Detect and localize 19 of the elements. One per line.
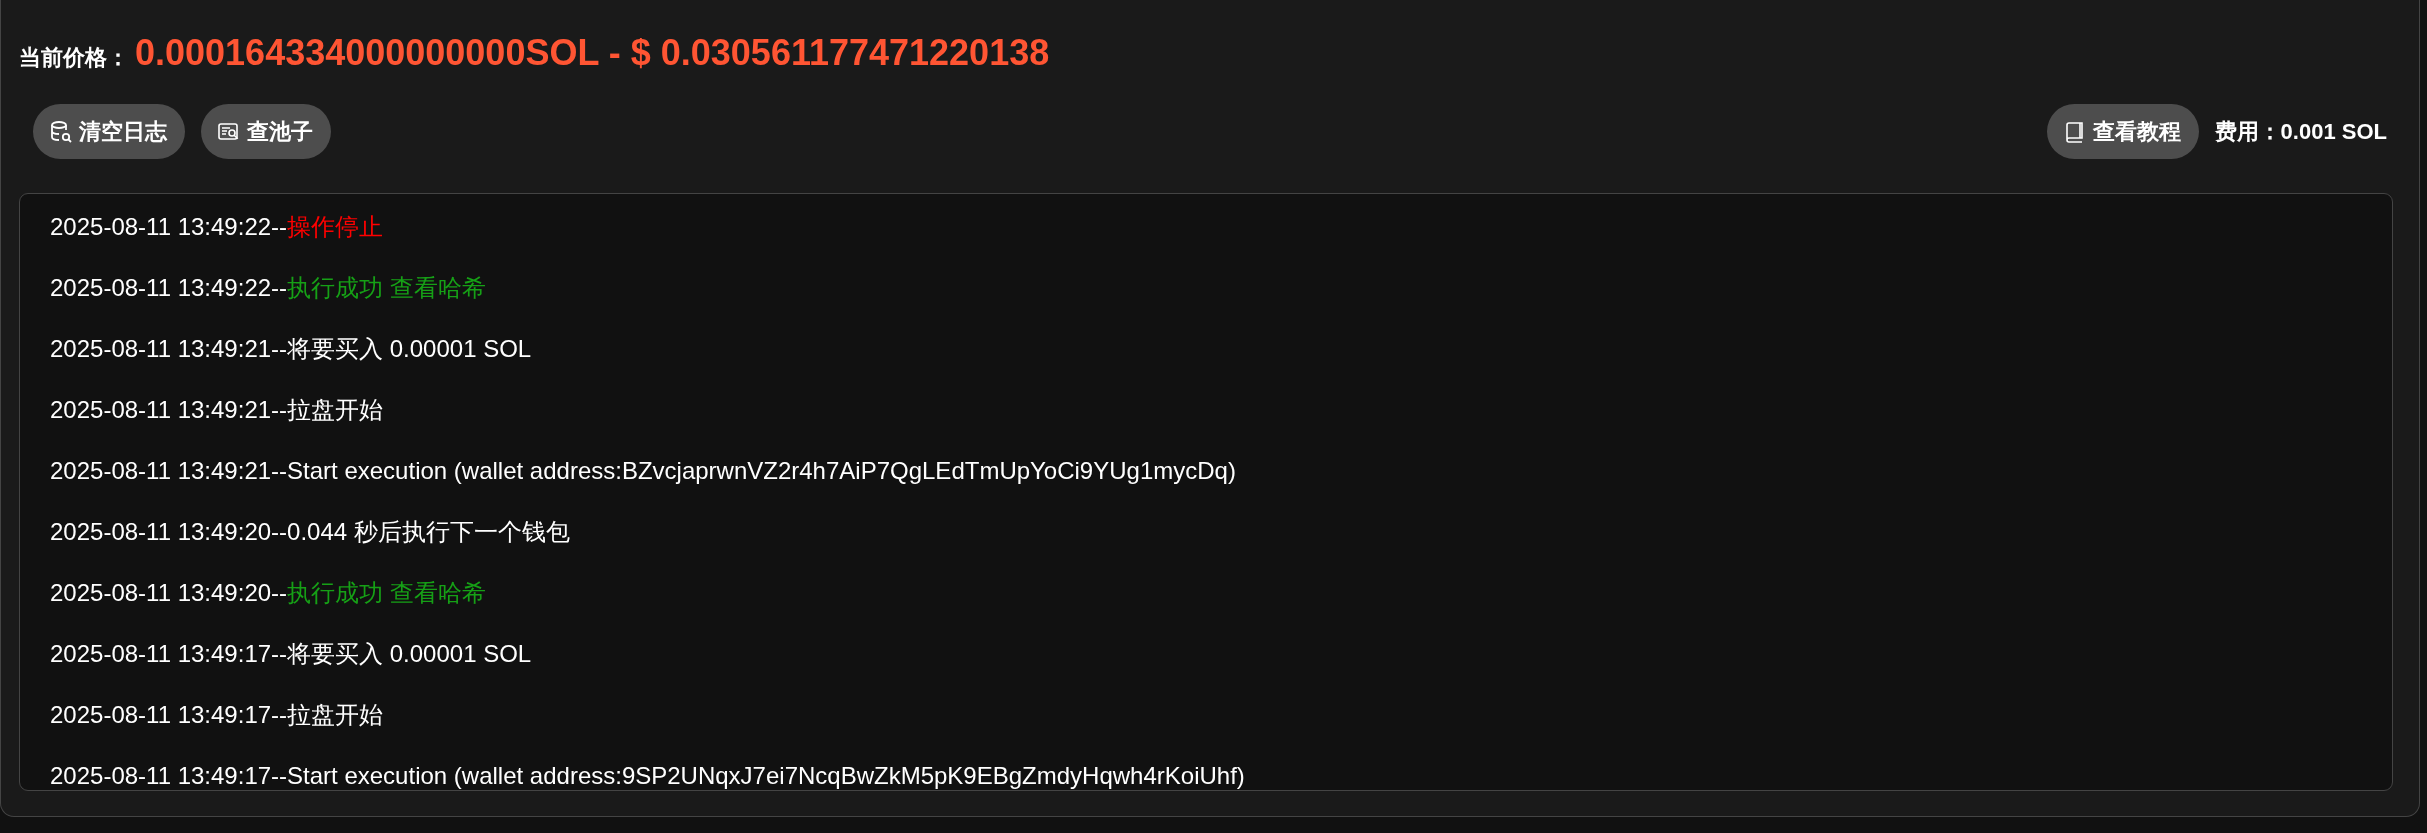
log-line: 2025-08-11 13:49:20--执行成功 [50, 579, 384, 606]
clear-log-button[interactable]: 清空日志 [33, 104, 185, 159]
log-line: 2025-08-11 13:49:22--执行成功 [50, 274, 384, 301]
price-value: 0.000164334000000000SOL - $ 0.030561177471220138 [135, 32, 1050, 74]
log-line: 2025-08-11 13:49:21--Start execution (wallet address:BZvcjaprwnVZ2r4h7AiP7QgLEdTmUpYoCi9YUg1mycDq) [50, 457, 1236, 484]
log-line: 2025-08-11 13:49:22--操作停止 [50, 213, 384, 240]
tutorial-button[interactable]: 查看教程 [2046, 104, 2199, 159]
log-line: 2025-08-11 13:49:21--拉盘开始 [50, 396, 384, 423]
database-search-icon [49, 119, 73, 144]
log-line: 2025-08-11 13:49:21--将要买入 0.00001 SOL [50, 335, 532, 362]
log-line: 2025-08-11 13:49:17--拉盘开始 [50, 701, 384, 728]
fee-text: 费用：0.001 SOL [2214, 117, 2387, 146]
pool-lookup-button[interactable]: 查池子 [201, 104, 331, 159]
view-hash-link[interactable]: 查看哈希 [383, 579, 486, 606]
log-line: 2025-08-11 13:49:17--将要买入 0.00001 SOL [50, 640, 532, 667]
price-label: 当前价格： [19, 44, 129, 72]
log-line: 2025-08-11 13:49:17--Start execution (wallet address:9SP2UNqxJ7ei7NcqBwZkM5pK9EBgZmdyHqwh4rKoiUhf) [50, 762, 1245, 789]
log-line: 2025-08-11 13:49:20--0.044 秒后执行下一个钱包 [50, 518, 570, 545]
view-hash-link[interactable]: 查看哈希 [383, 274, 486, 301]
